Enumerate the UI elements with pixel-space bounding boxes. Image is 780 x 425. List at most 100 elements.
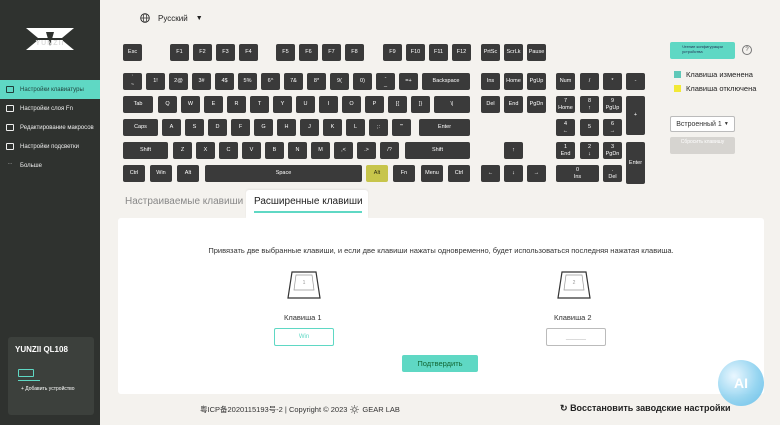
ai-assistant-button[interactable]: AI — [718, 360, 764, 406]
sidebar-item-more[interactable]: ⋯ Больше — [0, 156, 100, 175]
key[interactable]: D — [208, 119, 227, 136]
key[interactable]: / — [580, 73, 599, 90]
key[interactable]: PrtSc — [481, 44, 500, 61]
key[interactable]: + — [626, 96, 645, 135]
sidebar-item-macro[interactable]: Редактирование макросов — [0, 118, 100, 137]
key[interactable]: 1! — [146, 73, 165, 90]
key[interactable]: Alt — [366, 165, 388, 182]
key[interactable]: 4$ — [215, 73, 234, 90]
key[interactable]: End — [504, 96, 523, 113]
key[interactable]: Backspace — [422, 73, 470, 90]
key[interactable]: ↓ — [504, 165, 523, 182]
confirm-button[interactable]: Подтвердить — [402, 355, 478, 372]
sidebar-item-fn-layer[interactable]: Настройки слоя Fn — [0, 99, 100, 118]
key[interactable]: ,< — [334, 142, 353, 159]
key[interactable]: Win — [150, 165, 172, 182]
key[interactable]: - _ — [376, 73, 395, 90]
key[interactable]: S — [185, 119, 204, 136]
key[interactable]: U — [296, 96, 315, 113]
key[interactable]: F3 — [216, 44, 235, 61]
key1-field[interactable]: Win — [274, 328, 334, 346]
key[interactable]: PgDn — [527, 96, 546, 113]
key[interactable]: 8 ↑ — [580, 96, 599, 113]
key[interactable]: G — [254, 119, 273, 136]
key[interactable]: Menu — [421, 165, 443, 182]
key[interactable]: F10 — [406, 44, 425, 61]
key[interactable]: ← — [481, 165, 500, 182]
key[interactable]: 3# — [192, 73, 211, 90]
key[interactable]: Esc — [123, 44, 142, 61]
key[interactable]: Del — [481, 96, 500, 113]
key[interactable]: 0) — [353, 73, 372, 90]
key[interactable]: 6^ — [261, 73, 280, 90]
key[interactable]: 4 ← — [556, 119, 575, 136]
key[interactable]: 0 Ins — [556, 165, 599, 182]
key[interactable]: F4 — [239, 44, 258, 61]
read-config-button[interactable]: Чтение конфигурации устройства — [670, 42, 735, 59]
key[interactable]: ` ~ — [123, 73, 142, 90]
key[interactable]: F2 — [193, 44, 212, 61]
key[interactable]: Enter — [626, 142, 645, 184]
key2-field[interactable]: ______ — [546, 328, 606, 346]
key[interactable]: 3 PgDn — [603, 142, 622, 159]
key[interactable]: 6 → — [603, 119, 622, 136]
help-icon[interactable]: ? — [742, 45, 752, 55]
language-selector[interactable]: Русский ▼ — [140, 13, 203, 23]
key[interactable]: 7 Home — [556, 96, 575, 113]
key[interactable]: '" — [392, 119, 411, 136]
key[interactable]: F — [231, 119, 250, 136]
key[interactable]: F11 — [429, 44, 448, 61]
key[interactable]: ScrLk — [504, 44, 523, 61]
key[interactable]: - — [626, 73, 645, 90]
key[interactable]: 5% — [238, 73, 257, 90]
key[interactable]: Shift — [405, 142, 470, 159]
factory-reset-button[interactable]: ↻ Восстановить заводские настройки — [560, 403, 731, 414]
key[interactable]: 9 PgUp — [603, 96, 622, 113]
key[interactable]: Q — [158, 96, 177, 113]
key[interactable]: ;: — [369, 119, 388, 136]
key[interactable]: .> — [357, 142, 376, 159]
key[interactable]: =+ — [399, 73, 418, 90]
key[interactable]: L — [346, 119, 365, 136]
key[interactable]: T — [250, 96, 269, 113]
tab-custom-keys[interactable]: Настраиваемые клавиши — [125, 196, 243, 207]
key[interactable]: X — [196, 142, 215, 159]
key[interactable]: 2@ — [169, 73, 188, 90]
key[interactable]: ]} — [411, 96, 430, 113]
key[interactable]: 7& — [284, 73, 303, 90]
key[interactable]: 8* — [307, 73, 326, 90]
key[interactable]: Enter — [419, 119, 470, 136]
key[interactable]: Num — [556, 73, 575, 90]
key[interactable]: Ins — [481, 73, 500, 90]
key[interactable]: F9 — [383, 44, 402, 61]
key[interactable]: PgUp — [527, 73, 546, 90]
key[interactable]: H — [277, 119, 296, 136]
key[interactable]: J — [300, 119, 319, 136]
key[interactable]: Space — [205, 165, 362, 182]
key[interactable]: Shift — [123, 142, 168, 159]
key[interactable]: C — [219, 142, 238, 159]
sidebar-item-keyboard-settings[interactable]: Настройки клавиатуры — [0, 80, 100, 99]
key[interactable]: F5 — [276, 44, 295, 61]
key[interactable]: K — [323, 119, 342, 136]
key[interactable]: B — [265, 142, 284, 159]
add-device-button[interactable]: + Добавить устройство — [21, 386, 75, 392]
key[interactable]: Caps — [123, 119, 158, 136]
key[interactable]: 2 ↓ — [580, 142, 599, 159]
key[interactable]: F8 — [345, 44, 364, 61]
key[interactable]: Fn — [393, 165, 415, 182]
key[interactable]: Ctrl — [123, 165, 145, 182]
key[interactable]: W — [181, 96, 200, 113]
device-card[interactable]: YUNZII QL108 + Добавить устройство — [8, 337, 94, 415]
key[interactable]: Alt — [177, 165, 199, 182]
key[interactable]: /? — [380, 142, 399, 159]
key[interactable]: Pause — [527, 44, 546, 61]
key[interactable]: Ctrl — [448, 165, 470, 182]
key[interactable]: [{ — [388, 96, 407, 113]
key[interactable]: F7 — [322, 44, 341, 61]
key[interactable]: Home — [504, 73, 523, 90]
key[interactable]: Tab — [123, 96, 153, 113]
profile-select[interactable]: Встроенный 1 ▼ — [670, 116, 735, 132]
key[interactable]: Y — [273, 96, 292, 113]
key[interactable]: I — [319, 96, 338, 113]
